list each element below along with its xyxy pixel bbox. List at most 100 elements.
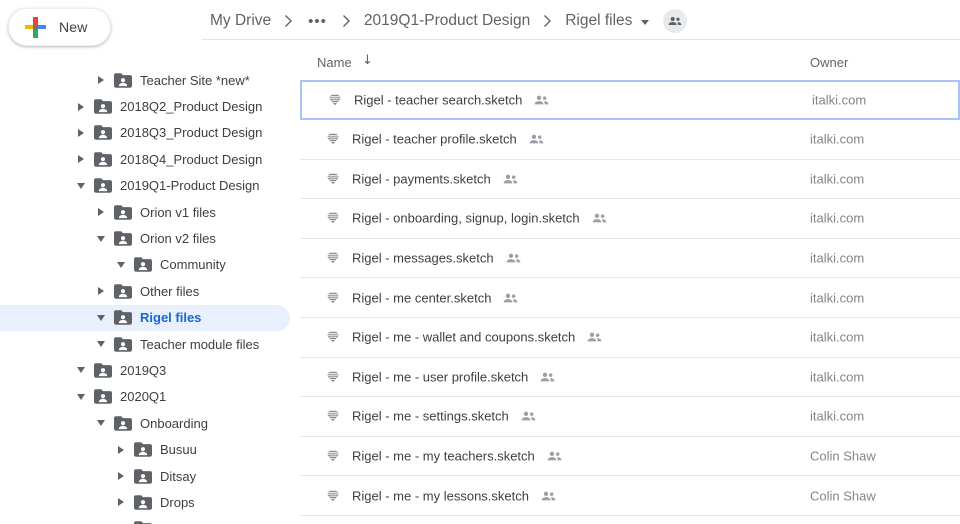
file-owner: italki.com (810, 409, 864, 424)
tree-item-label: Ditsay (160, 469, 196, 484)
expand-arrow-icon[interactable] (76, 367, 86, 373)
breadcrumb-current-folder[interactable]: Rigel files (565, 12, 632, 30)
tree-item[interactable]: 2020Q1 (0, 384, 300, 410)
shared-folder-icon (94, 125, 112, 140)
file-row[interactable]: Rigel - onboarding, signup, login.sketch… (300, 199, 960, 239)
file-name: Rigel - teacher profile.sketch (352, 132, 517, 147)
tree-item[interactable]: 2018Q3_Product Design (0, 120, 300, 146)
tree-item[interactable]: Onboarding (0, 410, 300, 436)
file-list: Name ↓ Owner Rigel - teacher search.sket… (300, 46, 960, 524)
expand-arrow-icon[interactable] (96, 236, 106, 242)
tree-item[interactable]: 2018Q4_Product Design (0, 146, 300, 172)
new-button[interactable]: New (8, 8, 111, 46)
file-owner: italki.com (812, 93, 866, 108)
shared-folder-icon (114, 310, 132, 325)
expand-arrow-icon[interactable] (96, 420, 106, 426)
sort-descending-icon[interactable]: ↓ (362, 53, 373, 68)
tree-item[interactable]: Orion v1 files (0, 199, 300, 225)
breadcrumb-parent-folder[interactable]: 2019Q1-Product Design (364, 12, 530, 30)
shared-folder-icon (134, 469, 152, 484)
file-owner: Colin Shaw (810, 488, 876, 503)
file-owner: italki.com (810, 132, 864, 147)
column-header-owner[interactable]: Owner (810, 55, 848, 70)
header-divider (202, 39, 960, 40)
shared-folder-icon (114, 73, 132, 88)
expand-arrow-icon[interactable] (96, 287, 106, 295)
shared-people-icon (592, 213, 607, 223)
expand-arrow-icon[interactable] (76, 155, 86, 163)
tree-item[interactable]: Other files (0, 278, 300, 304)
expand-arrow-icon[interactable] (116, 498, 126, 506)
breadcrumb-collapsed-button[interactable]: ••• (306, 13, 329, 30)
shared-status-button[interactable] (663, 9, 687, 33)
shared-folder-icon (94, 363, 112, 378)
tree-item[interactable]: Orion v2 files (0, 225, 300, 251)
sketch-file-icon (327, 212, 339, 224)
tree-item-label: 2018Q3_Product Design (120, 125, 262, 140)
file-row[interactable]: Rigel - me center.sketch italki.com (300, 278, 960, 318)
expand-arrow-icon[interactable] (116, 262, 126, 268)
file-row[interactable]: Rigel - me - my lessons.sketch Colin Sha… (300, 476, 960, 516)
tree-item-label: Community (160, 257, 226, 272)
expand-arrow-icon[interactable] (116, 472, 126, 480)
breadcrumb-my-drive[interactable]: My Drive (210, 12, 271, 30)
expand-arrow-icon[interactable] (76, 394, 86, 400)
tree-item[interactable]: Community (0, 252, 300, 278)
tree-item[interactable]: Drops (0, 489, 300, 515)
plus-icon (25, 17, 46, 38)
file-row[interactable]: Rigel - payments.sketch italki.com (300, 160, 960, 200)
shared-folder-icon (134, 257, 152, 272)
file-name: Rigel - me - user profile.sketch (352, 369, 528, 384)
tree-item[interactable]: 2019Q1-Product Design (0, 173, 300, 199)
expand-arrow-icon[interactable] (96, 341, 106, 347)
shared-folder-icon (134, 442, 152, 457)
tree-item[interactable] (0, 516, 300, 524)
expand-arrow-icon[interactable] (96, 208, 106, 216)
folder-menu-caret-icon[interactable] (641, 20, 649, 25)
file-row[interactable]: Rigel - me - settings.sketch italki.com (300, 397, 960, 437)
expand-arrow-icon[interactable] (116, 446, 126, 454)
tree-item-label: Teacher Site *new* (140, 73, 250, 88)
expand-arrow-icon[interactable] (76, 129, 86, 137)
sketch-file-icon (327, 173, 339, 185)
sketch-file-icon (327, 252, 339, 264)
shared-folder-icon (94, 152, 112, 167)
shared-people-icon (529, 134, 544, 144)
tree-item[interactable]: Busuu (0, 436, 300, 462)
tree-item[interactable]: 2018Q2_Product Design (0, 93, 300, 119)
tree-item[interactable]: Teacher module files (0, 331, 300, 357)
shared-people-icon (587, 332, 602, 342)
tree-item-label: 2019Q3 (120, 363, 166, 378)
shared-people-icon (503, 174, 518, 184)
tree-item[interactable]: Rigel files (0, 305, 290, 331)
tree-item-label: Orion v1 files (140, 205, 216, 220)
chevron-right-icon (543, 14, 552, 28)
file-owner: italki.com (810, 330, 864, 345)
people-icon (668, 16, 682, 26)
file-row[interactable]: Rigel - teacher profile.sketch italki.co… (300, 120, 960, 160)
sketch-file-icon (327, 331, 339, 343)
column-header-name[interactable]: Name (317, 55, 352, 70)
sketch-file-icon (327, 410, 339, 422)
file-row[interactable]: Rigel - me - user profile.sketch italki.… (300, 358, 960, 398)
tree-item-label: Drops (160, 495, 195, 510)
file-list-header: Name ↓ Owner (300, 46, 960, 80)
shared-folder-icon (114, 284, 132, 299)
sketch-file-icon (327, 292, 339, 304)
file-row[interactable]: Rigel - messages.sketch italki.com (300, 239, 960, 279)
expand-arrow-icon[interactable] (76, 183, 86, 189)
tree-item[interactable]: 2019Q3 (0, 357, 300, 383)
expand-arrow-icon[interactable] (76, 103, 86, 111)
tree-item-label: Busuu (160, 442, 197, 457)
tree-item-label: Onboarding (140, 416, 208, 431)
shared-people-icon (503, 293, 518, 303)
tree-item[interactable]: Teacher Site *new* (0, 67, 300, 93)
tree-item-label: 2019Q1-Product Design (120, 178, 259, 193)
file-row[interactable]: Rigel - teacher search.sketch italki.com (300, 80, 960, 120)
file-rows: Rigel - teacher search.sketch italki.com… (300, 80, 960, 516)
expand-arrow-icon[interactable] (96, 315, 106, 321)
tree-item[interactable]: Ditsay (0, 463, 300, 489)
expand-arrow-icon[interactable] (96, 76, 106, 84)
file-row[interactable]: Rigel - me - wallet and coupons.sketch i… (300, 318, 960, 358)
file-row[interactable]: Rigel - me - my teachers.sketch Colin Sh… (300, 437, 960, 477)
